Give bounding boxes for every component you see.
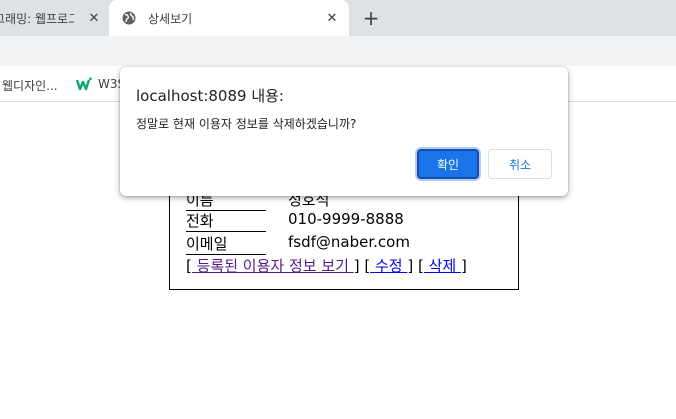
tab-inactive[interactable]: 그래밍: 웹프로그 ✕ bbox=[0, 0, 106, 36]
bookmark-item-w3schools[interactable]: W3S bbox=[75, 77, 125, 91]
dialog-title: localhost:8089 내용: bbox=[136, 87, 284, 105]
edit-link[interactable]: 수정 bbox=[370, 257, 407, 275]
address-toolbar bbox=[0, 36, 676, 66]
new-tab-button[interactable]: + bbox=[360, 6, 382, 30]
field-value: fsdf@naber.com bbox=[288, 233, 410, 251]
close-icon[interactable]: ✕ bbox=[324, 10, 340, 26]
globe-icon bbox=[122, 11, 136, 25]
tab-title: 상세보기 bbox=[148, 11, 193, 26]
close-icon[interactable]: ✕ bbox=[86, 10, 102, 26]
tab-strip: 그래밍: 웹프로그 ✕ 상세보기 ✕ + bbox=[0, 0, 676, 36]
field-label: 전화 bbox=[186, 210, 266, 232]
dialog-message: 정말로 현재 이용자 정보를 삭제하겠습니까? bbox=[136, 117, 357, 131]
confirm-dialog: localhost:8089 내용: 정말로 현재 이용자 정보를 삭제하겠습니… bbox=[120, 67, 568, 196]
bookmark-label: 웹디자인... bbox=[2, 79, 58, 93]
field-label: 이메일 bbox=[186, 233, 266, 255]
delete-link[interactable]: 삭제 bbox=[424, 257, 461, 275]
field-value: 010-9999-8888 bbox=[288, 210, 404, 228]
tab-title: 그래밍: 웹프로그 bbox=[0, 11, 74, 26]
bookmark-item[interactable]: 웹디자인... bbox=[2, 77, 58, 94]
ok-button[interactable]: 확인 bbox=[417, 149, 479, 179]
action-links: [ 등록된 이용자 정보 보기 ] [ 수정 ] [ 삭제 ] bbox=[186, 257, 467, 275]
tab-active[interactable]: 상세보기 ✕ bbox=[109, 0, 349, 36]
cancel-button[interactable]: 취소 bbox=[488, 149, 552, 179]
view-users-link[interactable]: 등록된 이용자 정보 보기 bbox=[192, 257, 354, 275]
w3schools-icon bbox=[75, 77, 92, 91]
